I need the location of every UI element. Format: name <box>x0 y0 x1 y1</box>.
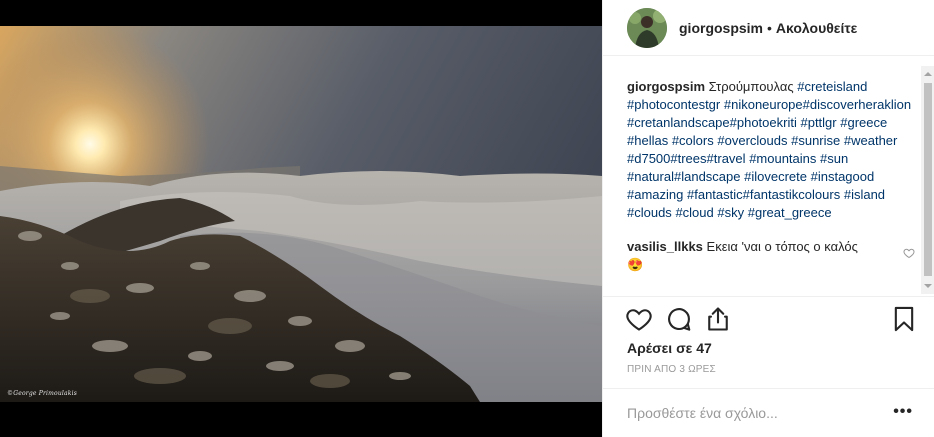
hashtag-link[interactable]: #amazing <box>627 187 683 202</box>
hashtag-link[interactable]: #photocontestgr <box>627 97 720 112</box>
post-timestamp[interactable]: ΠΡΙΝ ΑΠΟ 3 ΩΡΕΣ <box>627 364 716 375</box>
more-options-icon[interactable]: ••• <box>893 403 913 421</box>
hashtag-link[interactable]: #fantastikcolours <box>743 187 841 202</box>
hashtag-link[interactable]: #ilovecrete <box>744 169 807 184</box>
scroll-thumb[interactable] <box>924 83 932 276</box>
hashtag-link[interactable]: #creteisland <box>797 79 867 94</box>
hashtag-link[interactable]: #colors <box>672 133 714 148</box>
hashtag-link[interactable]: #overclouds <box>717 133 787 148</box>
share-icon[interactable] <box>704 305 732 333</box>
header-username[interactable]: giorgospsim <box>679 20 763 36</box>
caption-text: Στρούμπουλας <box>708 79 794 94</box>
hashtag-link[interactable]: #fantastic <box>687 187 743 202</box>
hashtag-link[interactable]: #pttlgr <box>800 115 836 130</box>
hashtag-link[interactable]: #greece <box>840 115 887 130</box>
hashtag-link[interactable]: #sun <box>820 151 848 166</box>
comments-list: giorgospsim Στρούμπουλας #creteisland #p… <box>603 66 923 294</box>
hashtag-link[interactable]: #landscape <box>674 169 741 184</box>
comment-like-heart-icon[interactable] <box>903 246 915 264</box>
hashtag-link[interactable]: #photoekriti <box>730 115 797 130</box>
hashtag-link[interactable]: #weather <box>844 133 897 148</box>
caption-hashtags: #creteisland #photocontestgr #nikoneurop… <box>627 79 911 220</box>
scroll-up-arrow-icon[interactable] <box>924 72 932 76</box>
hashtag-link[interactable]: #trees <box>670 151 706 166</box>
hashtag-link[interactable]: #nikoneurope <box>724 97 803 112</box>
comments-scrollbar[interactable] <box>921 66 934 294</box>
post-side-panel: giorgospsim • Ακολουθείτε giorgospsim Στ… <box>602 0 934 437</box>
photo-watermark: ©George Primoulakis <box>7 390 78 397</box>
hashtag-link[interactable]: #natural <box>627 169 674 184</box>
landscape-photo <box>0 26 602 402</box>
hashtag-link[interactable]: #discoverheraklion <box>803 97 911 112</box>
hashtag-link[interactable]: #cloud <box>675 205 713 220</box>
post-header: giorgospsim • Ακολουθείτε <box>603 0 934 56</box>
add-comment-section: ••• <box>603 388 934 437</box>
hashtag-link[interactable]: #clouds <box>627 205 672 220</box>
caption-username[interactable]: giorgospsim <box>627 79 705 94</box>
hashtag-link[interactable]: #cretanlandscape <box>627 115 730 130</box>
hashtag-link[interactable]: #mountains <box>749 151 816 166</box>
hashtag-link[interactable]: #hellas <box>627 133 668 148</box>
likes-count[interactable]: Αρέσει σε 47 <box>627 340 712 356</box>
comment-item: vasilis_llkks Εκεια 'ναι ο τόπος ο καλός… <box>627 238 915 274</box>
follow-status-button[interactable]: Ακολουθείτε <box>776 20 857 36</box>
hashtag-link[interactable]: #island <box>844 187 885 202</box>
post-photo[interactable]: ©George Primoulakis <box>0 26 602 402</box>
hashtag-link[interactable]: #travel <box>707 151 746 166</box>
bookmark-icon[interactable] <box>890 305 918 333</box>
hashtag-link[interactable]: #d7500 <box>627 151 670 166</box>
comment-username[interactable]: vasilis_llkks <box>627 239 703 254</box>
scroll-down-arrow-icon[interactable] <box>924 284 932 288</box>
post-actions <box>603 296 934 340</box>
header-separator: • <box>767 19 772 36</box>
hashtag-link[interactable]: #sunrise <box>791 133 840 148</box>
instagram-post-modal: ©George Primoulakis giorgospsim • Ακολου… <box>0 0 934 437</box>
hashtag-link[interactable]: #sky <box>717 205 744 220</box>
post-media: ©George Primoulakis <box>0 0 602 437</box>
hashtag-link[interactable]: #instagood <box>811 169 875 184</box>
avatar[interactable] <box>627 7 667 48</box>
heart-icon[interactable] <box>625 305 653 333</box>
post-caption: giorgospsim Στρούμπουλας #creteisland #p… <box>627 78 915 222</box>
hashtag-link[interactable]: #great_greece <box>748 205 832 220</box>
comment-icon[interactable] <box>665 305 693 333</box>
comment-input[interactable] <box>627 405 867 421</box>
